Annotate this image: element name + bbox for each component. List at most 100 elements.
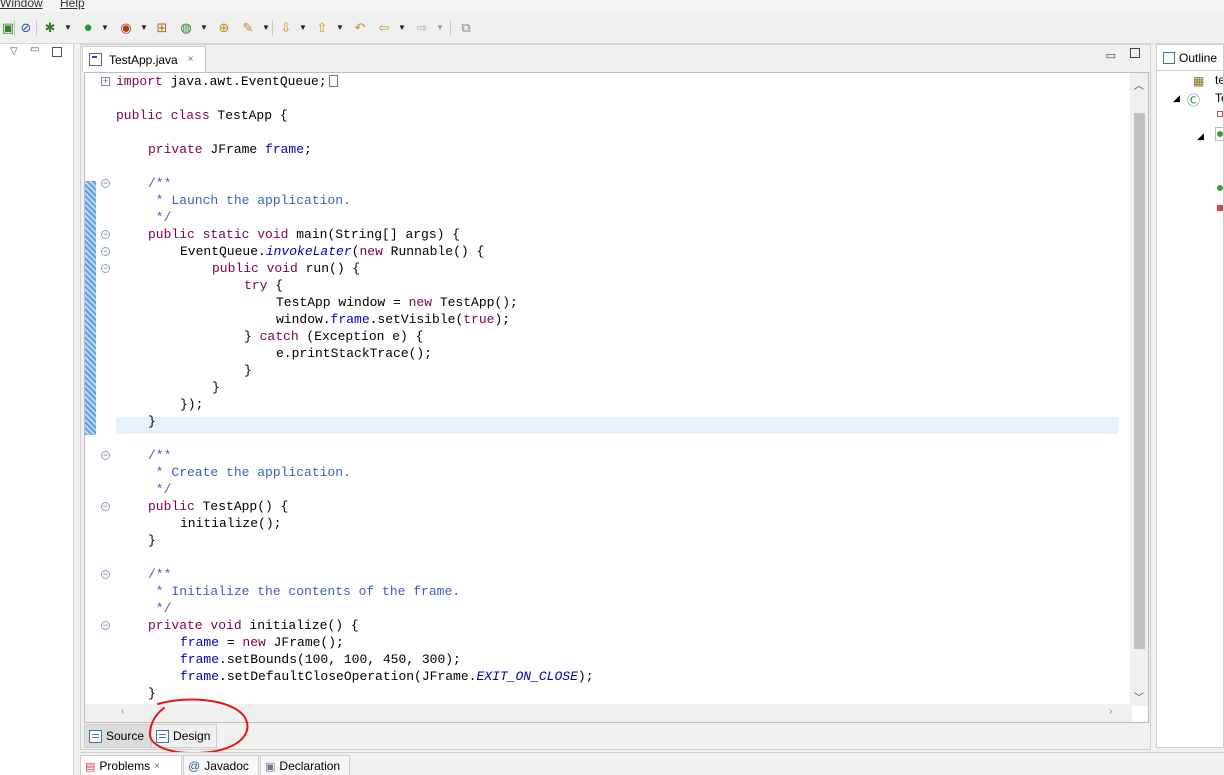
expand-fold-icon[interactable]: +	[101, 77, 110, 86]
code-line[interactable]: e.printStackTrace();	[276, 345, 432, 362]
code-line[interactable]: * Launch the application.	[148, 192, 351, 209]
collapse-fold-icon[interactable]: −	[101, 247, 110, 256]
editor-tab-testapp[interactable]: TestApp.java ×	[82, 46, 206, 72]
maximize-icon[interactable]	[52, 47, 62, 57]
last-edit-location-icon[interactable]: ↶	[352, 20, 368, 36]
code-line[interactable]: * Initialize the contents of the frame.	[148, 583, 460, 600]
new-package-icon[interactable]: ⊞	[154, 20, 170, 36]
tab-problems[interactable]: ▤ Problems ×	[80, 755, 182, 775]
code-token: /**	[148, 448, 172, 463]
expand-icon[interactable]: ◢	[1197, 131, 1204, 142]
code-token: */	[148, 482, 172, 497]
collapse-fold-icon[interactable]: −	[101, 230, 110, 239]
code-line[interactable]: frame = new JFrame();	[180, 634, 344, 651]
code-line[interactable]: /**	[148, 566, 171, 583]
code-line[interactable]: });	[180, 396, 203, 413]
open-type-icon[interactable]: ⊕	[216, 20, 232, 36]
vertical-scrollbar[interactable]: ︿ ﹀	[1130, 73, 1148, 706]
code-line[interactable]: public static void main(String[] args) {	[148, 226, 460, 243]
back-icon[interactable]: ⇦	[376, 20, 392, 36]
java-file-icon	[89, 53, 102, 66]
code-line[interactable]: frame.setBounds(100, 100, 450, 300);	[180, 651, 461, 668]
code-line[interactable]: /**	[148, 175, 171, 192]
previous-annotation-dropdown-icon[interactable]: ▼	[336, 23, 344, 33]
code-line[interactable]: initialize();	[180, 515, 281, 532]
menu-help[interactable]: Help	[60, 0, 85, 10]
scroll-down-icon[interactable]: ﹀	[1134, 689, 1144, 704]
scroll-up-icon[interactable]: ︿	[1134, 77, 1144, 92]
code-line[interactable]: */	[148, 600, 172, 617]
code-line[interactable]: * Create the application.	[148, 464, 351, 481]
pin-editor-icon[interactable]: ⧉	[458, 20, 474, 36]
code-line[interactable]: } catch (Exception e) {	[244, 328, 423, 345]
code-line[interactable]: public void run() {	[212, 260, 360, 277]
outline-node-package[interactable]: te	[1215, 73, 1223, 87]
run-dropdown-icon[interactable]: ▼	[101, 23, 109, 33]
code-line[interactable]: frame.setDefaultCloseOperation(JFrame.EX…	[180, 668, 594, 685]
code-line[interactable]: */	[148, 481, 172, 498]
code-line[interactable]: import java.awt.EventQueue;	[116, 73, 338, 90]
code-editor[interactable]: + − − − − − − − − import java.awt.EventQueue; pub…	[84, 72, 1149, 723]
outline-tab[interactable]: Outline	[1157, 45, 1223, 71]
previous-annotation-icon[interactable]: ⇧	[314, 20, 330, 36]
scroll-thumb[interactable]	[1134, 113, 1145, 649]
horizontal-scrollbar[interactable]: ‹ ›	[85, 704, 1132, 722]
code-line[interactable]: private void initialize() {	[148, 617, 359, 634]
search-dropdown-icon[interactable]: ▼	[262, 23, 270, 33]
forward-icon[interactable]: ⇨	[414, 20, 430, 36]
debug-dropdown-icon[interactable]: ▼	[64, 23, 72, 33]
menu-window[interactable]: Window	[0, 0, 43, 10]
code-line[interactable]: }	[148, 413, 156, 430]
public-method-icon	[1217, 131, 1223, 137]
new-class-dropdown-icon[interactable]: ▼	[200, 23, 208, 33]
scroll-right-icon[interactable]: ›	[1109, 706, 1112, 717]
outline-node-class[interactable]: Te	[1215, 91, 1223, 105]
collapse-fold-icon[interactable]: −	[101, 179, 110, 188]
view-menu-icon[interactable]: ▽	[10, 46, 18, 57]
code-token: initialize() {	[241, 618, 359, 633]
tab-declaration[interactable]: ▣ Declaration	[260, 755, 350, 775]
external-tools-dropdown-icon[interactable]: ▼	[140, 23, 148, 33]
collapse-fold-icon[interactable]: −	[101, 621, 110, 630]
forward-dropdown-icon[interactable]: ▼	[436, 23, 444, 33]
maximize-editor-icon[interactable]	[1130, 48, 1140, 58]
collapse-fold-icon[interactable]: −	[101, 264, 110, 273]
close-tab-icon[interactable]: ×	[188, 54, 194, 65]
next-annotation-icon[interactable]: ⇩	[278, 20, 294, 36]
collapse-fold-icon[interactable]: −	[101, 451, 110, 460]
code-token: =	[219, 635, 243, 650]
expand-icon[interactable]: ◢	[1173, 93, 1180, 104]
code-line[interactable]: EventQueue.invokeLater(new Runnable() {	[180, 243, 484, 260]
collapse-fold-icon[interactable]: −	[101, 570, 110, 579]
code-line[interactable]: public TestApp() {	[148, 498, 288, 515]
search-icon[interactable]: ✎	[240, 20, 256, 36]
minimize-icon[interactable]: ▭	[30, 44, 39, 55]
code-line[interactable]: */	[148, 209, 172, 226]
code-line[interactable]: }	[212, 379, 220, 396]
next-annotation-dropdown-icon[interactable]: ▼	[299, 23, 307, 33]
tab-javadoc[interactable]: @ Javadoc	[183, 755, 259, 775]
debug-icon[interactable]: ✱	[42, 20, 58, 36]
back-dropdown-icon[interactable]: ▼	[398, 23, 406, 33]
run-icon[interactable]: ●	[80, 20, 96, 36]
code-line[interactable]: TestApp window = new TestApp();	[276, 294, 518, 311]
code-line[interactable]: try {	[244, 277, 283, 294]
new-class-icon[interactable]: ◍	[178, 20, 194, 36]
skip-breakpoints-icon[interactable]: ⊘	[18, 20, 34, 36]
code-line[interactable]: window.frame.setVisible(true);	[276, 311, 510, 328]
tab-source[interactable]: Source	[84, 724, 152, 748]
minimize-editor-icon[interactable]: ▭	[1106, 49, 1116, 62]
code-line[interactable]: /**	[148, 447, 171, 464]
folded-imports-box[interactable]	[328, 75, 338, 87]
code-token: private	[148, 142, 203, 157]
code-line[interactable]: private JFrame frame;	[148, 141, 312, 158]
close-tab-icon[interactable]: ×	[154, 761, 160, 772]
collapse-fold-icon[interactable]: −	[101, 502, 110, 511]
scroll-left-icon[interactable]: ‹	[121, 706, 124, 717]
code-line[interactable]: }	[148, 685, 156, 702]
tab-design[interactable]: Design	[151, 724, 218, 748]
external-tools-icon[interactable]: ◉	[118, 20, 134, 36]
code-line[interactable]: }	[244, 362, 252, 379]
code-line[interactable]: public class TestApp {	[116, 107, 288, 124]
code-line[interactable]: }	[148, 532, 156, 549]
